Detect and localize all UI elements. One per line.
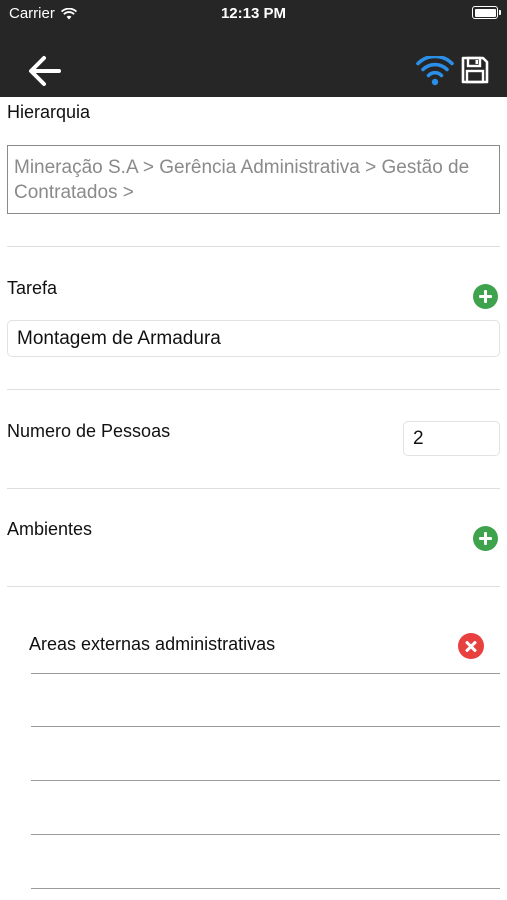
list-row-separator bbox=[31, 888, 500, 889]
list-row-separator bbox=[31, 834, 500, 835]
section-divider bbox=[7, 246, 500, 247]
navigation-bar: Carrier 12:13 PM bbox=[0, 0, 507, 97]
battery-level bbox=[474, 8, 496, 17]
hierarquia-path-field[interactable]: Mineração S.A > Gerência Administrativa … bbox=[7, 145, 500, 214]
battery-icon bbox=[472, 6, 501, 19]
list-row-separator bbox=[31, 673, 500, 674]
hierarquia-label: Hierarquia bbox=[7, 102, 91, 122]
section-divider bbox=[7, 389, 500, 390]
remove-ambiente-button[interactable] bbox=[458, 633, 484, 659]
numero-pessoas-field[interactable]: 2 bbox=[403, 421, 500, 456]
list-row-separator bbox=[31, 726, 500, 727]
numero-pessoas-label: Numero de Pessoas bbox=[7, 421, 171, 441]
status-time: 12:13 PM bbox=[220, 5, 287, 22]
tarefa-field[interactable]: Montagem de Armadura bbox=[7, 320, 500, 357]
tarefa-label: Tarefa bbox=[7, 278, 58, 298]
add-tarefa-button[interactable] bbox=[473, 284, 498, 309]
arrow-left-icon[interactable] bbox=[25, 53, 65, 89]
section-divider bbox=[7, 586, 500, 587]
wifi-icon[interactable] bbox=[416, 56, 454, 86]
ambiente-item-label: Areas externas administrativas bbox=[29, 634, 276, 654]
ambientes-label: Ambientes bbox=[7, 519, 93, 539]
section-divider bbox=[7, 488, 500, 489]
list-row-separator bbox=[31, 780, 500, 781]
add-ambiente-button[interactable] bbox=[473, 526, 498, 551]
app-screen: Carrier 12:13 PM Hierarquia Mineração S.… bbox=[0, 0, 507, 900]
floppy-disk-icon[interactable] bbox=[460, 55, 490, 85]
